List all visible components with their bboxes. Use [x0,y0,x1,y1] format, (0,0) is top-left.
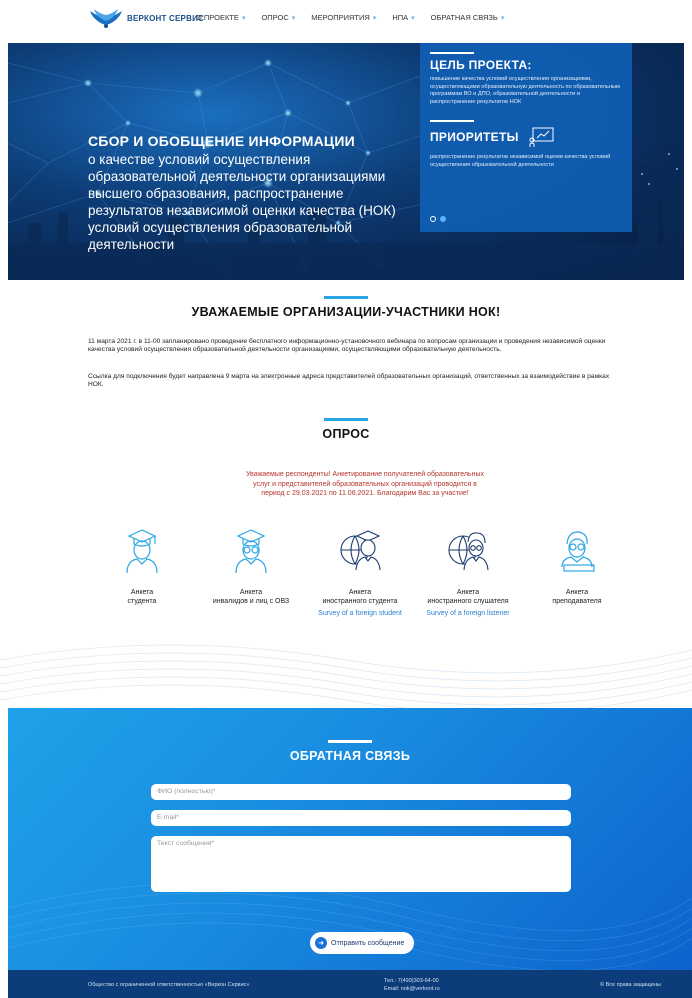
section-divider [324,418,368,421]
teacher-icon [561,531,595,572]
hero-subtitle: о качестве условий осуществления образов… [88,152,396,252]
send-message-button[interactable]: ➜ Отправить сообщение [310,932,414,954]
feedback-section: ОБРАТНАЯ СВЯЗЬ ФИО (полностью)* E-mail* … [8,708,692,970]
menu-item-events[interactable]: МЕРОПРИЯТИЯ ▾ [311,13,376,22]
brand-name: ВЕРКОНТ СЕРВИС [127,13,204,23]
main-menu: О ПРОЕКТЕ ▾ ОПРОС ▾ МЕРОПРИЯТИЯ ▾ НПА ▾ ОБРА… [196,13,520,22]
announcement-section: УВАЖАЕМЫЕ ОРГАНИЗАЦИИ-УЧАСТНИКИ НОК! [0,296,692,319]
send-icon: ➜ [315,937,327,949]
menu-item-npa[interactable]: НПА ▾ [392,13,414,22]
section-divider [324,296,368,299]
survey-english-link[interactable]: Survey of a foreign student [300,610,420,617]
message-field[interactable]: Текст сообщения* [151,836,571,892]
survey-foreign-student[interactable]: Анкета иностранного студента Survey of a… [300,524,420,617]
menu-item-poll[interactable]: ОПРОС ▾ [261,13,295,22]
logo[interactable]: ВЕРКОНТ СЕРВИС [88,5,204,31]
poll-section: ОПРОС [0,418,692,441]
divider [430,52,474,54]
priorities-header: ПРИОРИТЕТЫ [430,126,622,148]
chevron-down-icon: ▾ [411,14,415,22]
presentation-board-icon [529,127,554,147]
footer-contacts: Тел.: 7(499)303-64-00 Email: nok@verkont… [384,977,440,993]
announcement-title: УВАЖАЕМЫЕ ОРГАНИЗАЦИИ-УЧАСТНИКИ НОК! [191,305,501,319]
survey-label: Анкета иностранного студента [322,589,398,605]
slider-dots [430,216,446,222]
foreign-student-icon [340,530,381,571]
announcement-paragraph-1: 11 марта 2021 г. в 11-00 запланировано п… [88,338,606,354]
footer-email[interactable]: Email: nok@verkont.ru [384,985,440,993]
footer-phone: Тел.: 7(499)303-64-00 [384,978,439,984]
logo-wings-icon [90,9,122,28]
chevron-down-icon: ▾ [372,14,377,22]
menu-item-about[interactable]: О ПРОЕКТЕ ▾ [196,13,245,22]
foreign-listener-icon [448,532,489,571]
menu-item-label: НПА [392,13,409,22]
hero-title: СБОР И ОБОБЩЕНИЕ ИНФОРМАЦИИ [88,133,355,149]
survey-disabled[interactable]: Анкета инвалидов и лиц с ОВЗ [191,524,311,606]
survey-label: Анкета иностранного слушателя [427,589,509,605]
survey-list: Анкета студента Анкета инвалидов и лиц с… [0,524,692,634]
slider-dot-active[interactable] [440,216,446,222]
poll-title: ОПРОС [322,427,370,441]
poll-note: Уважаемые респонденты! Анкетирование пол… [246,471,484,497]
survey-label: Анкета инвалидов и лиц с ОВЗ [212,589,290,605]
project-info-box: ЦЕЛЬ ПРОЕКТА: повышение качества условий… [420,43,632,232]
goal-text: повышение качества условий осуществления… [430,76,620,105]
send-button-label: Отправить сообщение [331,939,405,947]
chevron-down-icon: ▾ [500,14,505,22]
footer-company: Общество с ограниченной ответственностью… [88,982,250,988]
hero-banner: СБОР И ОБОБЩЕНИЕ ИНФОРМАЦИИ о качестве у… [8,43,684,280]
chevron-down-icon: ▾ [241,14,246,22]
menu-item-feedback[interactable]: ОБРАТНАЯ СВЯЗЬ ▾ [431,13,505,22]
divider [430,120,474,122]
survey-english-link[interactable]: Survey of a foreign listener [408,610,528,617]
survey-teacher[interactable]: Анкета преподавателя [517,524,637,606]
top-nav: ВЕРКОНТ СЕРВИС О ПРОЕКТЕ ▾ ОПРОС ▾ МЕРОПРИ… [0,0,692,36]
student-icon [126,529,158,574]
goal-title: ЦЕЛЬ ПРОЕКТА: [430,58,532,72]
footer: Общество с ограниченной ответственностью… [8,970,692,998]
slider-dot[interactable] [430,216,436,222]
announcement-paragraph-2: Ссылка для подключения будет направлена … [88,373,610,389]
menu-item-label: ОБРАТНАЯ СВЯЗЬ [430,13,498,22]
priorities-text: распространение результатов независимой … [430,154,611,168]
menu-item-label: ОПРОС [261,13,289,22]
decorative-waves [0,644,692,708]
chevron-down-icon: ▾ [291,14,296,22]
survey-student[interactable]: Анкета студента [82,524,202,606]
survey-label: Анкета преподавателя [552,589,602,605]
name-field[interactable]: ФИО (полностью)* [151,784,571,800]
email-field[interactable]: E-mail* [151,810,571,826]
menu-item-label: МЕРОПРИЯТИЯ [311,13,370,22]
survey-foreign-listener[interactable]: Анкета иностранного слушателя Survey of … [408,524,528,617]
priorities-title: ПРИОРИТЕТЫ [430,130,519,144]
student-glasses-icon [235,529,267,574]
menu-item-label: О ПРОЕКТЕ [196,13,239,22]
footer-copyright: © Все права защищены [600,982,661,988]
survey-label: Анкета студента [127,589,157,605]
